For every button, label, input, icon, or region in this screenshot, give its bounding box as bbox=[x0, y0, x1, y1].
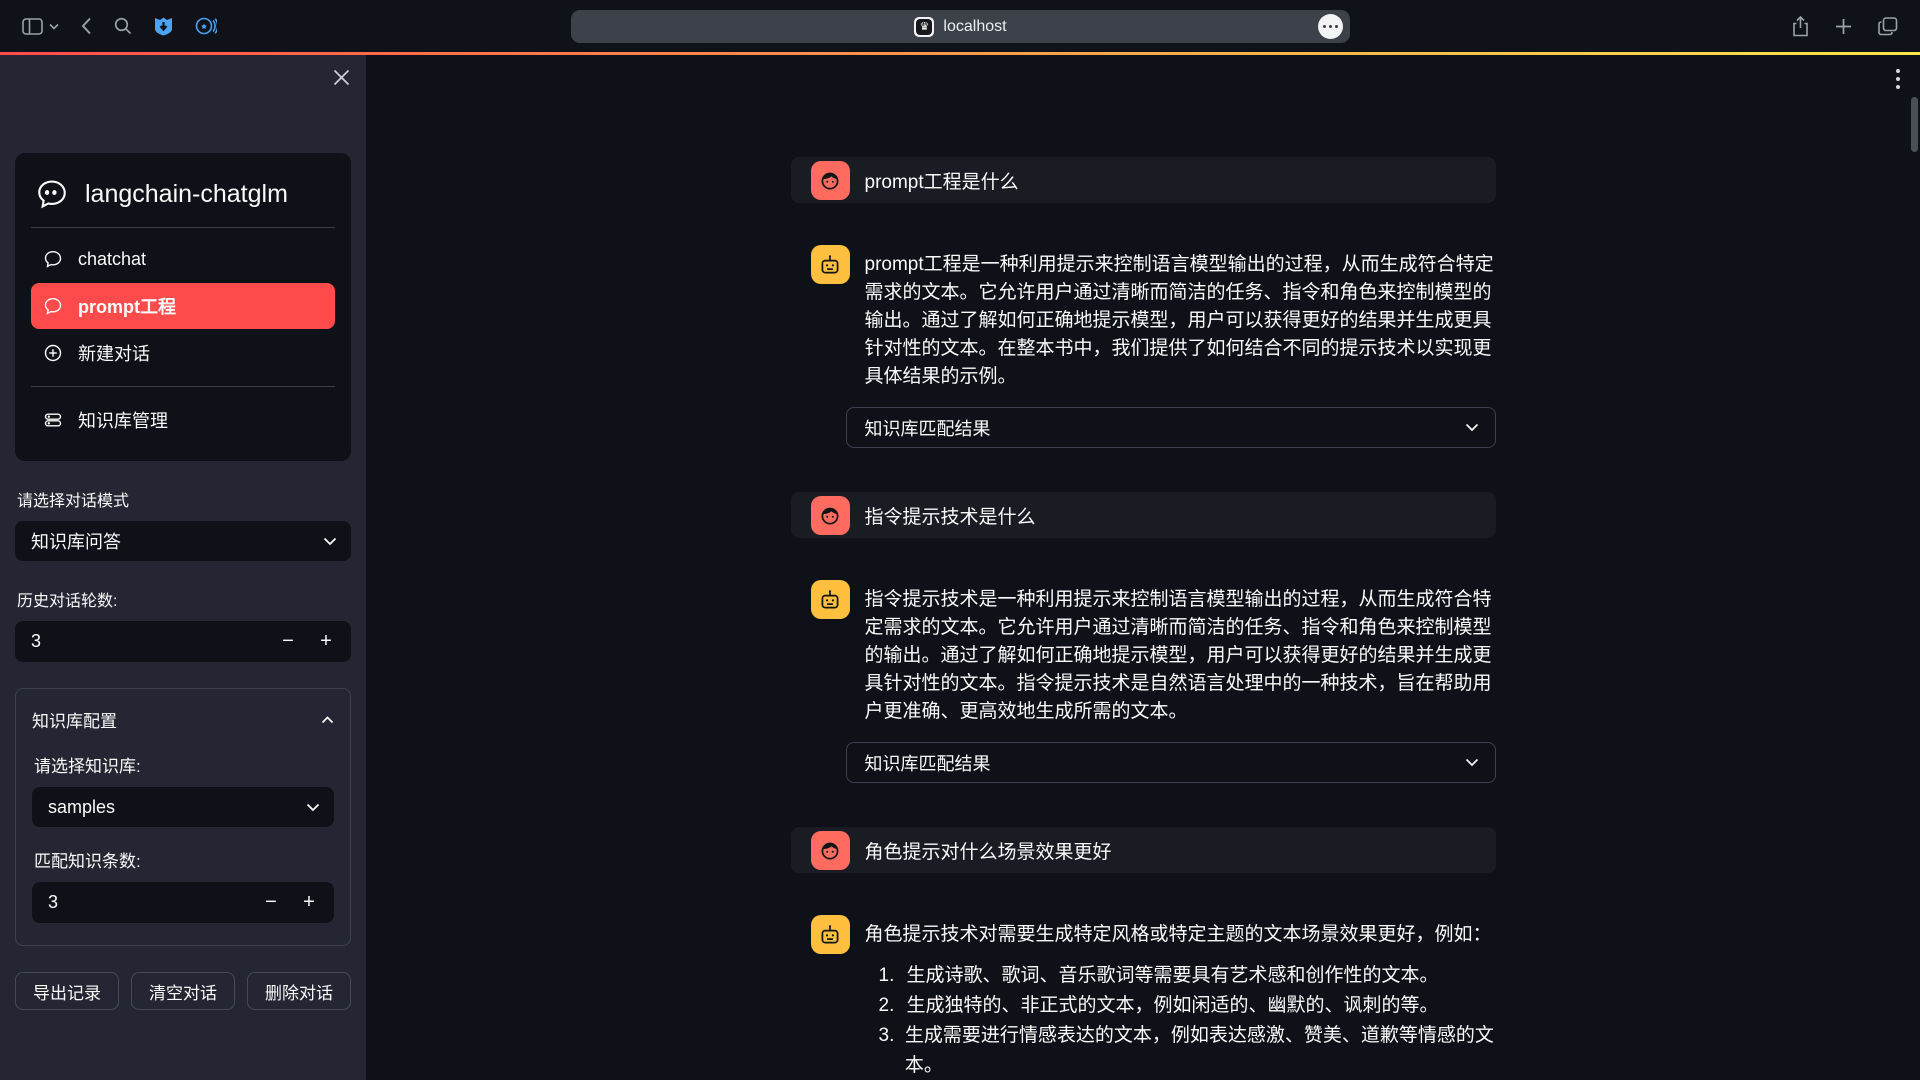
kb-select-value: samples bbox=[48, 797, 115, 818]
kb-match-label: 知识库匹配结果 bbox=[865, 750, 991, 776]
user-message-text: 角色提示对什么场景效果更好 bbox=[865, 837, 1112, 864]
chevron-down-icon bbox=[1465, 758, 1479, 767]
extension-badge-icon[interactable] bbox=[154, 16, 173, 36]
user-message-text: 指令提示技术是什么 bbox=[865, 502, 1036, 529]
history-turns-label: 历史对话轮数: bbox=[17, 587, 349, 611]
assistant-avatar bbox=[811, 915, 850, 954]
back-icon[interactable] bbox=[81, 17, 92, 35]
sidebar-menu-chevron-icon[interactable] bbox=[49, 23, 59, 30]
chevron-up-icon bbox=[321, 716, 334, 724]
kb-select[interactable]: samples bbox=[32, 787, 334, 827]
kb-match-expander[interactable]: 知识库匹配结果 bbox=[846, 742, 1496, 783]
app-menu-icon[interactable] bbox=[1896, 69, 1900, 89]
sidebar: langchain-chatglm chatchat prompt工程 新建对话 bbox=[0, 55, 366, 1080]
sidebar-item-prompt-project[interactable]: prompt工程 bbox=[31, 283, 335, 329]
clear-conversation-button[interactable]: 清空对话 bbox=[131, 972, 235, 1010]
chat-bubble-icon bbox=[43, 249, 63, 269]
delete-conversation-button[interactable]: 删除对话 bbox=[247, 972, 351, 1010]
site-favicon: ♛ bbox=[914, 17, 934, 37]
sidebar-item-label: prompt工程 bbox=[78, 293, 176, 319]
sidebar-item-label: 知识库管理 bbox=[78, 407, 168, 433]
chat-main: prompt工程是什么 prompt工程是一种利用提示来控制语言模型输出的过程，… bbox=[366, 55, 1920, 1080]
search-icon[interactable] bbox=[114, 17, 132, 35]
user-message-text: prompt工程是什么 bbox=[865, 167, 1019, 194]
assistant-message: prompt工程是一种利用提示来控制语言模型输出的过程，从而生成符合特定需求的文… bbox=[791, 245, 1496, 391]
chevron-down-icon bbox=[306, 803, 320, 812]
new-tab-icon[interactable] bbox=[1835, 18, 1852, 35]
user-avatar bbox=[811, 496, 850, 535]
user-message: 角色提示对什么场景效果更好 bbox=[791, 827, 1496, 873]
dialog-mode-value: 知识库问答 bbox=[31, 528, 121, 554]
chevron-down-icon bbox=[323, 537, 337, 546]
address-bar[interactable]: ♛ localhost bbox=[571, 10, 1350, 43]
page-menu-icon[interactable] bbox=[1318, 14, 1343, 39]
kb-select-label: 请选择知识库: bbox=[34, 752, 332, 777]
decrement-button[interactable]: − bbox=[252, 891, 290, 914]
tab-overview-icon[interactable] bbox=[1878, 17, 1898, 36]
assistant-message: 指令提示技术是一种利用提示来控制语言模型输出的过程，从而生成符合特定需求的文本。… bbox=[791, 580, 1496, 726]
history-turns-value: 3 bbox=[31, 631, 269, 652]
plus-circle-icon bbox=[43, 343, 63, 363]
scrollbar-thumb[interactable] bbox=[1911, 97, 1918, 152]
list-item: 2. 生成独特的、非正式的文本，例如闲适的、幽默的、讽刺的等。 bbox=[873, 991, 1496, 1021]
export-history-button[interactable]: 导出记录 bbox=[15, 972, 119, 1010]
user-message: 指令提示技术是什么 bbox=[791, 492, 1496, 538]
kb-match-expander[interactable]: 知识库匹配结果 bbox=[846, 407, 1496, 448]
assistant-message-list: 1. 生成诗歌、歌词、音乐歌词等需要具有艺术感和创作性的文本。 2. 生成独特的… bbox=[873, 961, 1496, 1080]
app-title: langchain-chatglm bbox=[85, 180, 288, 209]
assistant-message-text: 角色提示技术对需要生成特定风格或特定主题的文本场景效果更好，例如： bbox=[865, 921, 1496, 949]
list-item: 1. 生成诗歌、歌词、音乐歌词等需要具有艺术感和创作性的文本。 bbox=[873, 961, 1496, 991]
history-turns-input[interactable]: 3 − + bbox=[15, 621, 351, 662]
topk-value: 3 bbox=[48, 892, 252, 913]
kb-config-expander: 知识库配置 请选择知识库: samples 匹配知识条数: 3 − + bbox=[15, 688, 351, 946]
assistant-message-text: 指令提示技术是一种利用提示来控制语言模型输出的过程，从而生成符合特定需求的文本。… bbox=[865, 580, 1496, 726]
user-message: prompt工程是什么 bbox=[791, 157, 1496, 203]
share-icon[interactable] bbox=[1792, 16, 1809, 37]
conversation-nav-card: langchain-chatglm chatchat prompt工程 新建对话 bbox=[15, 153, 351, 461]
kb-config-title: 知识库配置 bbox=[32, 707, 117, 732]
user-avatar bbox=[811, 161, 850, 200]
assistant-avatar bbox=[811, 580, 850, 619]
sidebar-item-new-conversation[interactable]: 新建对话 bbox=[31, 330, 335, 376]
dialog-mode-label: 请选择对话模式 bbox=[17, 487, 349, 511]
app-header: langchain-chatglm bbox=[31, 169, 335, 227]
sidebar-item-label: 新建对话 bbox=[78, 340, 150, 366]
app-logo-chat-icon bbox=[35, 177, 69, 211]
browser-toolbar: ♛ localhost bbox=[0, 0, 1920, 52]
kb-config-expander-header[interactable]: 知识库配置 bbox=[32, 707, 334, 732]
close-sidebar-icon[interactable] bbox=[333, 69, 350, 86]
kb-match-label: 知识库匹配结果 bbox=[865, 415, 991, 441]
dialog-mode-select[interactable]: 知识库问答 bbox=[15, 521, 351, 561]
increment-button[interactable]: + bbox=[307, 630, 345, 653]
topk-input[interactable]: 3 − + bbox=[32, 882, 334, 923]
assistant-avatar bbox=[811, 245, 850, 284]
list-item: 3. 生成需要进行情感表达的文本，例如表达感激、赞美、道歉等情感的文本。 bbox=[873, 1021, 1496, 1080]
database-stack-icon bbox=[43, 410, 63, 430]
address-text: localhost bbox=[943, 18, 1006, 36]
sidebar-item-chatchat[interactable]: chatchat bbox=[31, 236, 335, 282]
assistant-message: 角色提示技术对需要生成特定风格或特定主题的文本场景效果更好，例如： 1. 生成诗… bbox=[791, 915, 1496, 1080]
sidebar-item-label: chatchat bbox=[78, 249, 146, 270]
user-avatar bbox=[811, 831, 850, 870]
chevron-down-icon bbox=[1465, 423, 1479, 432]
chat-bubble-icon bbox=[43, 296, 63, 316]
topk-label: 匹配知识条数: bbox=[34, 847, 332, 872]
assistant-message-text: prompt工程是一种利用提示来控制语言模型输出的过程，从而生成符合特定需求的文… bbox=[865, 245, 1496, 391]
increment-button[interactable]: + bbox=[290, 891, 328, 914]
extension-rings-icon[interactable] bbox=[195, 16, 217, 36]
decrement-button[interactable]: − bbox=[269, 630, 307, 653]
sidebar-toggle-icon[interactable] bbox=[22, 18, 43, 35]
sidebar-item-knowledge-base[interactable]: 知识库管理 bbox=[31, 397, 335, 443]
